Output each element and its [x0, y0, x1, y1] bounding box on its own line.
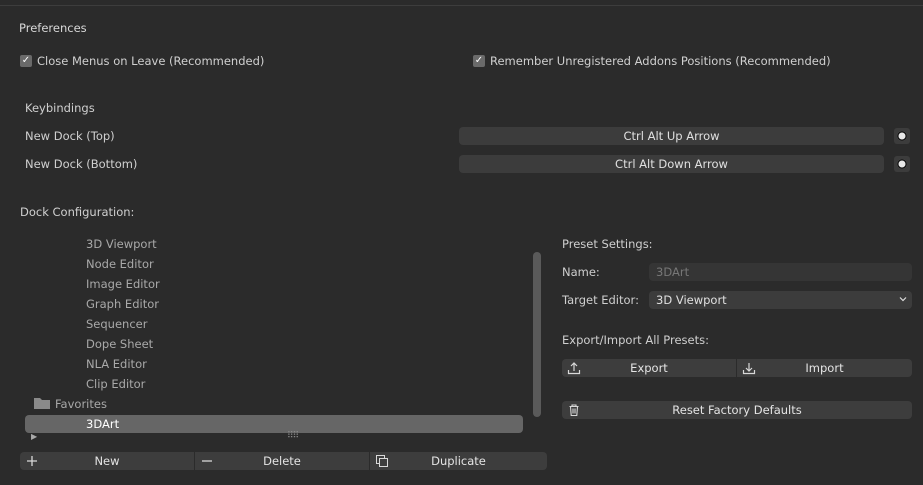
export-button[interactable]: Export	[562, 359, 736, 377]
delete-label: Delete	[263, 454, 301, 468]
import-label: Import	[805, 361, 844, 375]
keybinding-toggle[interactable]	[894, 156, 910, 172]
tree-item[interactable]: Sequencer	[86, 317, 147, 331]
reset-defaults-label: Reset Factory Defaults	[672, 403, 802, 417]
preset-heading: Preset Settings:	[562, 237, 653, 251]
export-icon	[567, 361, 581, 375]
tree-item[interactable]: Image Editor	[86, 277, 160, 291]
tree-folder[interactable]: Favorites	[55, 397, 107, 411]
tree-item[interactable]: NLA Editor	[86, 357, 147, 371]
keybinding-label: New Dock (Bottom)	[25, 157, 138, 171]
close-menus-label: Close Menus on Leave (Recommended)	[37, 54, 265, 68]
resize-handle-icon[interactable]: ⠿⠿	[287, 431, 299, 441]
tree-item[interactable]: Clip Editor	[86, 377, 145, 391]
scrollbar[interactable]	[533, 252, 541, 417]
shortcut-button[interactable]: Ctrl Alt Up Arrow	[459, 127, 884, 145]
remember-addons-option[interactable]: ✓ Remember Unregistered Addons Positions…	[473, 54, 831, 68]
import-button[interactable]: Import	[737, 359, 912, 377]
export-import-heading: Export/Import All Presets:	[562, 333, 709, 347]
name-label: Name:	[562, 265, 600, 279]
radio-dot-icon	[897, 131, 907, 141]
tree-item[interactable]: 3D Viewport	[86, 237, 157, 251]
new-button[interactable]: New	[20, 452, 194, 470]
target-editor-select[interactable]: 3D Viewport	[649, 291, 912, 309]
chevron-down-icon	[898, 293, 908, 307]
tree-selected-label: 3DArt	[86, 417, 120, 431]
plus-icon	[25, 454, 39, 468]
target-editor-value: 3D Viewport	[656, 293, 727, 307]
folder-icon	[34, 397, 50, 409]
shortcut-button[interactable]: Ctrl Alt Down Arrow	[459, 155, 884, 173]
checkbox-checked-icon[interactable]: ✓	[20, 55, 32, 67]
tree-item[interactable]: Graph Editor	[86, 297, 159, 311]
dock-heading: Dock Configuration:	[20, 205, 135, 219]
import-icon	[742, 361, 756, 375]
export-label: Export	[630, 361, 668, 375]
checkbox-checked-icon[interactable]: ✓	[473, 55, 485, 67]
top-divider	[0, 5, 923, 6]
keybinding-label: New Dock (Top)	[25, 129, 115, 143]
close-menus-option[interactable]: ✓ Close Menus on Leave (Recommended)	[20, 54, 264, 68]
delete-button[interactable]: Delete	[195, 452, 369, 470]
minus-icon	[200, 454, 214, 468]
remember-addons-label: Remember Unregistered Addons Positions (…	[490, 54, 831, 68]
reset-defaults-button[interactable]: Reset Factory Defaults	[562, 401, 912, 419]
duplicate-label: Duplicate	[431, 454, 486, 468]
duplicate-button[interactable]: Duplicate	[370, 452, 547, 470]
radio-dot-icon	[897, 159, 907, 169]
tree-item[interactable]: Node Editor	[86, 257, 154, 271]
trash-icon	[567, 403, 581, 417]
target-editor-label: Target Editor:	[562, 293, 639, 307]
keybindings-heading: Keybindings	[25, 101, 95, 115]
name-field[interactable]: 3DArt	[649, 263, 912, 281]
duplicate-icon	[375, 454, 389, 468]
expand-arrow-icon[interactable]: ▶	[31, 432, 37, 441]
keybinding-toggle[interactable]	[894, 128, 910, 144]
section-title: Preferences	[19, 21, 87, 35]
new-label: New	[94, 454, 120, 468]
tree-item[interactable]: Dope Sheet	[86, 337, 153, 351]
